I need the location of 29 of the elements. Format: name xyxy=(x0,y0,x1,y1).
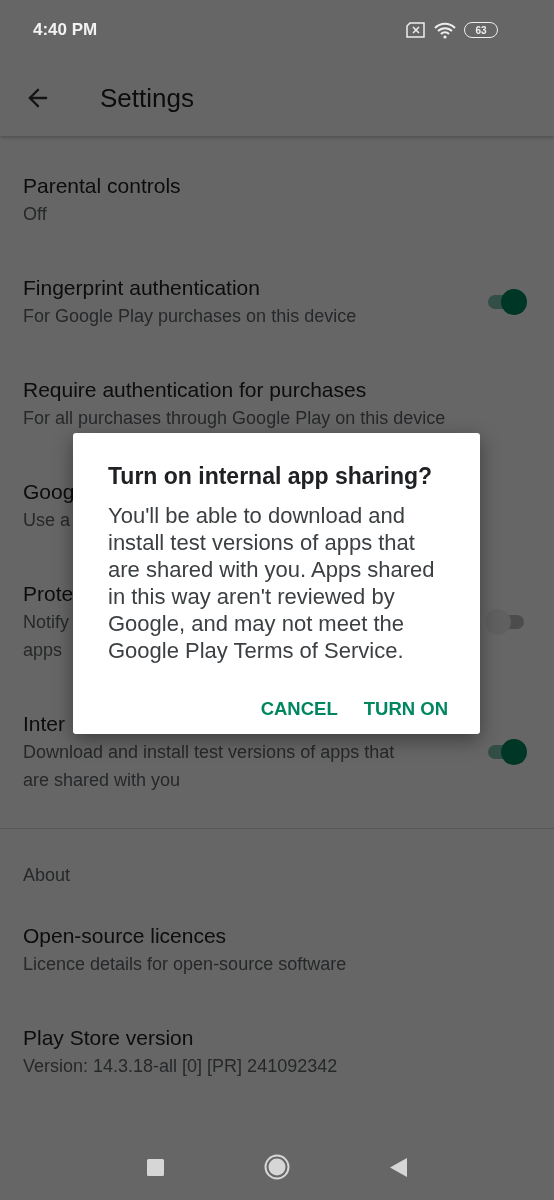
status-time: 4:40 PM xyxy=(33,20,98,40)
dialog-title: Turn on internal app sharing? xyxy=(108,463,434,490)
home-icon[interactable] xyxy=(264,1154,290,1180)
setting-title[interactable]: Parental controls xyxy=(23,174,181,198)
back-icon[interactable] xyxy=(390,1157,407,1177)
setting-description: Licence details for open-source software xyxy=(23,953,347,976)
setting-description: Use a xyxy=(23,509,72,532)
wifi-icon xyxy=(434,21,456,39)
page-title: Settings xyxy=(100,82,194,114)
setting-description: Version: 14.3.18-all [0] [PR] 241092342 xyxy=(23,1055,338,1078)
setting-title[interactable]: Require authentication for purchases xyxy=(23,378,446,402)
setting-description: For all purchases through Google Play on this device xyxy=(23,407,446,430)
setting-description: Download and install test versions of apps that xyxy=(23,741,395,764)
setting-title[interactable]: Play Store version xyxy=(23,1026,338,1050)
recents-icon[interactable] xyxy=(147,1158,164,1176)
dialog-button[interactable]: TURN ON xyxy=(359,694,452,724)
setting-title[interactable]: Fingerprint authentication xyxy=(23,276,357,300)
setting-description: are shared with you xyxy=(23,769,182,792)
setting-title[interactable]: Open-source licences xyxy=(23,924,347,948)
section-header: About xyxy=(23,865,71,885)
setting-title[interactable]: Goog xyxy=(23,480,75,504)
sim-icon xyxy=(406,22,426,38)
setting-description: For Google Play purchases on this device xyxy=(23,305,357,328)
dialog-button[interactable]: CANCEL xyxy=(256,694,342,724)
setting-description: Notify xyxy=(23,611,70,634)
setting-title[interactable]: Prote xyxy=(23,582,74,606)
dialog-message: You'll be able to download and install test versions of apps that are shared with you. Apps shared in this way aren't reviewed by Google, and may not meet the Google Play Terms of Service. xyxy=(108,502,436,664)
setting-description: Off xyxy=(23,203,48,226)
setting-description: apps xyxy=(23,639,64,662)
